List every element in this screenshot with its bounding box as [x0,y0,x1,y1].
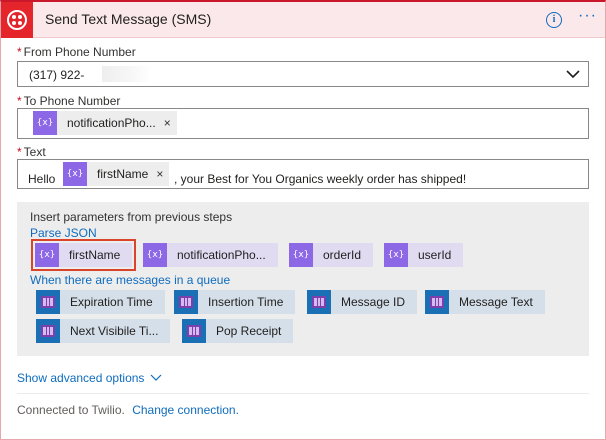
to-phone-label: * To Phone Number [17,94,120,108]
to-phone-field[interactable]: {x} notificationPho... × [17,108,589,139]
action-title[interactable]: Send Text Message (SMS) [45,11,211,27]
queue-icon [307,290,331,314]
param-label: Message Text [459,295,533,309]
param-label: Pop Receipt [216,324,282,338]
dynamic-content-panel: Insert parameters from previous steps Pa… [17,202,589,356]
required-marker: * [17,45,22,59]
param-first-name[interactable]: {x} firstName [30,239,137,271]
advanced-options-label: Show advanced options [17,371,145,385]
variable-icon: {x} [384,243,408,267]
change-connection-link[interactable]: Change connection. [132,403,239,417]
more-options-icon[interactable]: ··· [578,7,597,25]
section-parse-json[interactable]: Parse JSON [30,226,97,240]
queue-icon [36,319,60,343]
queue-icon [36,290,60,314]
queue-icon [174,290,198,314]
param-order-id[interactable]: {x} orderId [289,243,374,267]
token-label: notificationPho... [67,116,156,130]
param-label: Insertion Time [208,295,284,309]
param-label: firstName [69,248,121,262]
text-message-field[interactable]: Hello {x} firstName × , your Best for Yo… [17,159,589,189]
dynamic-content-title: Insert parameters from previous steps [30,210,233,224]
chevron-down-icon[interactable] [566,67,580,81]
token-label: firstName [97,167,149,181]
variable-icon: {x} [35,243,59,267]
from-phone-label: * From Phone Number [17,45,136,59]
queue-icon [182,319,206,343]
connection-status: Connected to Twilio. [17,403,125,417]
from-phone-label-text: From Phone Number [23,45,136,59]
param-next-visible-time[interactable]: Next Visibile Ti... [36,319,171,343]
redacted-area [102,66,152,82]
param-label: Next Visibile Ti... [70,324,159,338]
variable-icon: {x} [63,162,87,186]
from-phone-dropdown[interactable]: (317) 922- [17,61,589,87]
queue-icon [425,290,449,314]
twilio-logo-icon [1,2,33,38]
param-label: Message ID [341,295,406,309]
required-marker: * [17,145,22,159]
remove-token-icon[interactable]: × [156,116,177,130]
text-suffix: , your Best for You Organics weekly orde… [174,172,467,186]
text-prefix: Hello [28,172,56,186]
action-header[interactable]: Send Text Message (SMS) i ··· [1,2,605,38]
required-marker: * [17,94,22,108]
variable-icon: {x} [143,243,167,267]
param-user-id[interactable]: {x} userId [384,243,464,267]
param-label: orderId [323,248,362,262]
param-label: userId [418,248,452,262]
token-first-name[interactable]: {x} firstName × [63,162,170,186]
param-message-text[interactable]: Message Text [425,290,545,314]
divider [17,393,589,394]
to-phone-label-text: To Phone Number [23,94,121,108]
text-label-text: Text [23,145,46,159]
param-insertion-time[interactable]: Insertion Time [174,290,296,314]
param-pop-receipt[interactable]: Pop Receipt [182,319,294,343]
remove-token-icon[interactable]: × [148,167,169,181]
param-expiration-time[interactable]: Expiration Time [36,290,165,314]
param-label: Expiration Time [70,295,153,309]
variable-icon: {x} [33,111,57,135]
show-advanced-options[interactable]: Show advanced options [17,371,162,385]
param-notification-phone[interactable]: {x} notificationPho... [143,243,278,267]
param-label: notificationPho... [177,248,266,262]
connection-footer: Connected to Twilio. Change connection. [17,403,239,417]
from-phone-value: (317) 922- [29,68,85,82]
section-queue-messages[interactable]: When there are messages in a queue [30,273,230,287]
info-icon[interactable]: i [546,12,562,28]
chevron-down-icon [151,374,162,381]
token-notification-phone[interactable]: {x} notificationPho... × [33,111,177,135]
variable-icon: {x} [289,243,313,267]
action-card: Send Text Message (SMS) i ··· * From Phon… [0,0,606,440]
text-label: * Text [17,145,46,159]
param-message-id[interactable]: Message ID [307,290,418,314]
